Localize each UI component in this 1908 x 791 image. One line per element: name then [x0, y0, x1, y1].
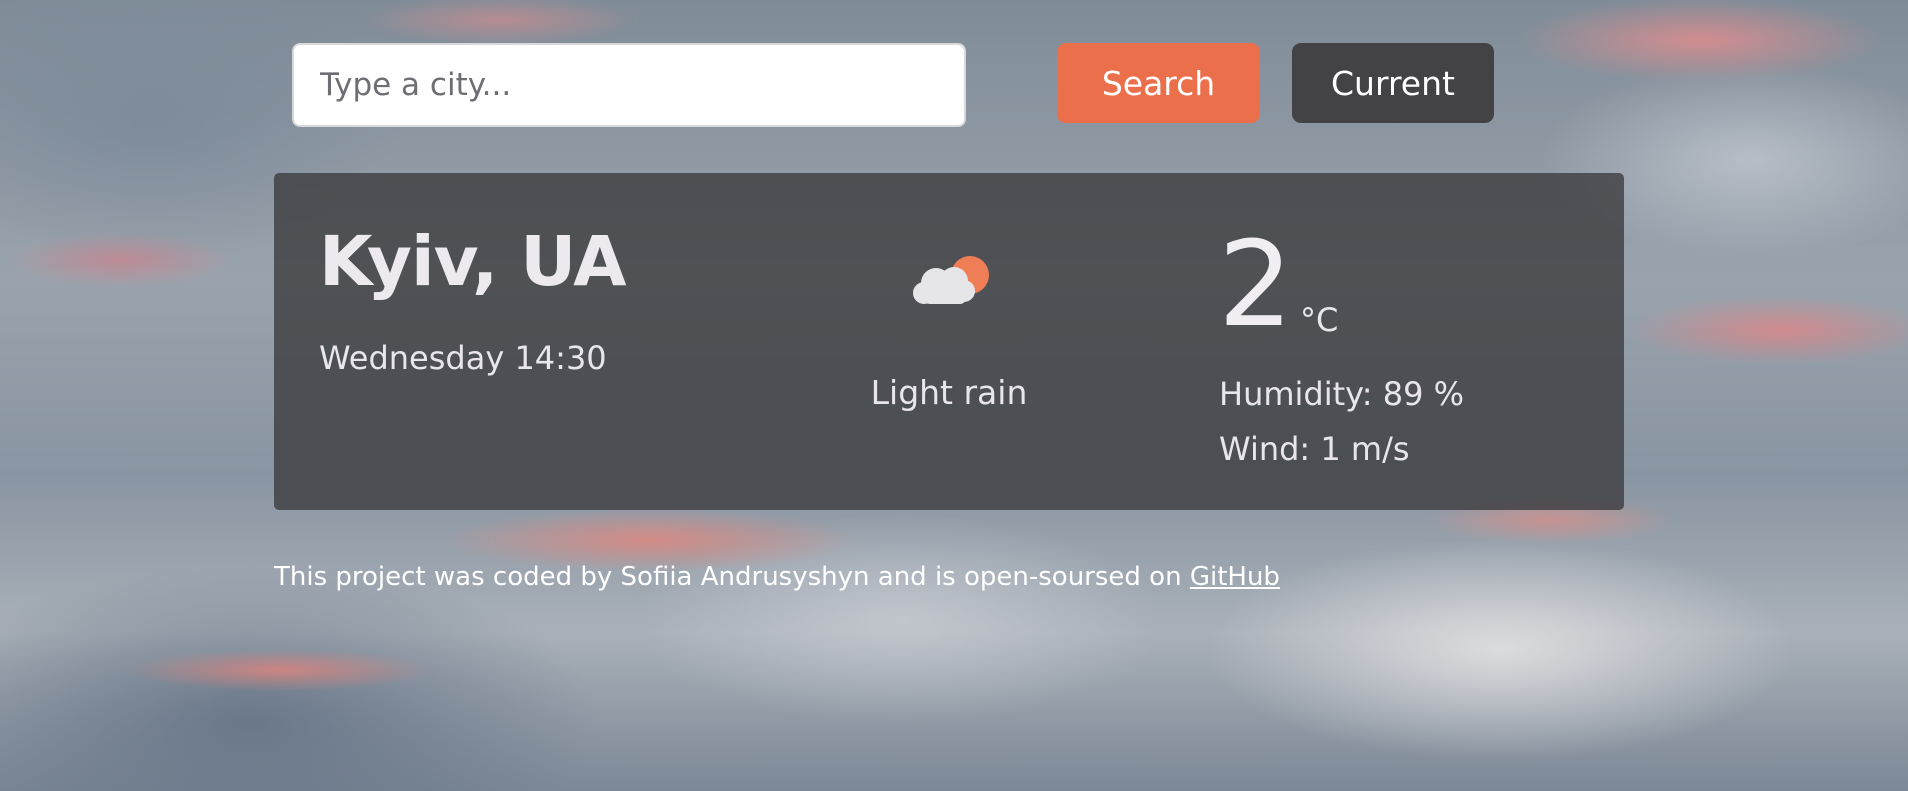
github-link[interactable]: GitHub	[1190, 562, 1280, 592]
search-button[interactable]: Search	[1057, 43, 1260, 123]
humidity: Humidity: 89 %	[1219, 375, 1465, 413]
city-search-input[interactable]	[292, 43, 966, 127]
weather-card: Kyiv, UA Wednesday 14:30 Light rain 2 °C…	[274, 173, 1624, 510]
temperature-unit: °C	[1300, 301, 1339, 339]
city-name: Kyiv, UA	[319, 222, 627, 302]
footer: This project was coded by Sofiia Andrusy…	[274, 562, 1280, 592]
search-bar: Search Current	[292, 43, 1494, 127]
current-location-button[interactable]: Current	[1292, 43, 1494, 123]
footer-text: This project was coded by Sofiia Andrusy…	[274, 562, 1190, 592]
cloud-sun-icon	[913, 256, 989, 304]
weather-description: Light rain	[870, 373, 1028, 412]
temperature-value: 2	[1218, 215, 1294, 353]
date-time: Wednesday 14:30	[319, 339, 607, 377]
wind-speed: Wind: 1 m/s	[1219, 430, 1410, 468]
